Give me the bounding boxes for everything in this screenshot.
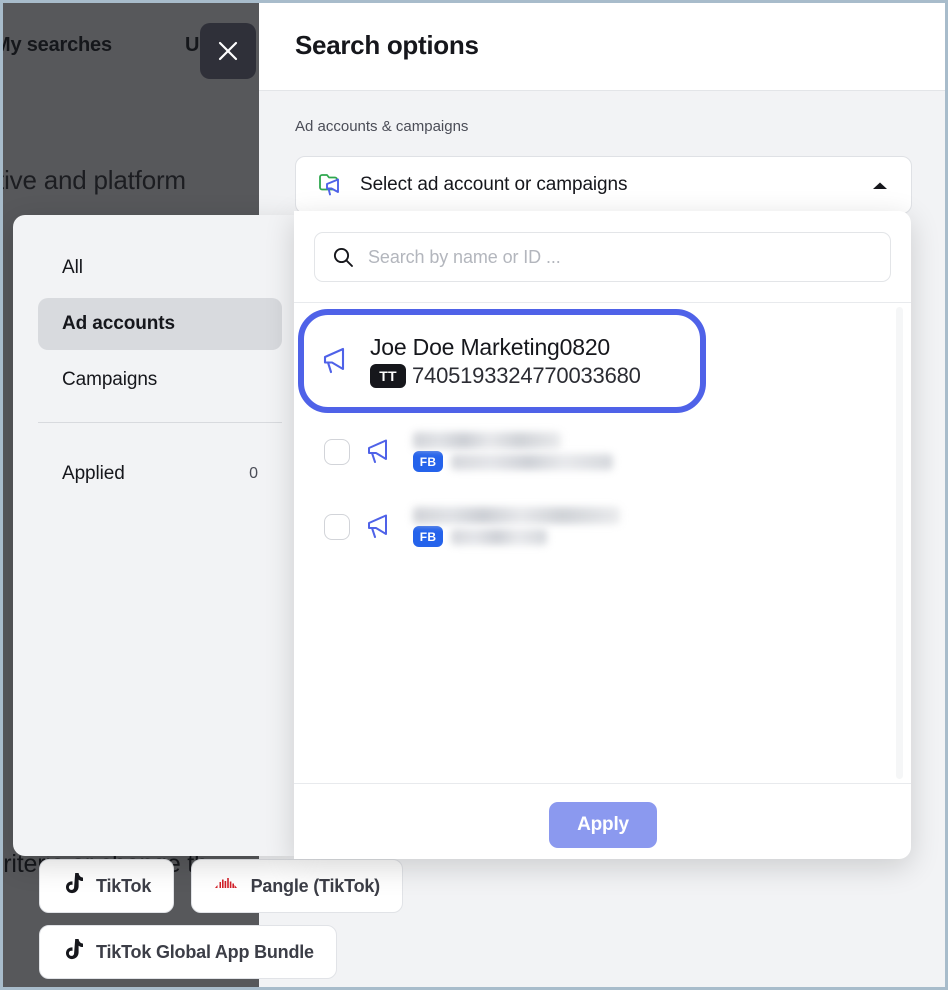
sidebar-item-campaigns[interactable]: Campaigns [38,354,282,406]
app-screenshot: My searches U ective and platform criter… [0,0,948,990]
account-name: Joe Doe Marketing0820 [370,333,641,361]
section-label-ad-accounts: Ad accounts & campaigns [295,118,468,135]
sidebar-applied-row[interactable]: Applied 0 [38,448,282,500]
dropdown-sidebar: All Ad accounts Campaigns Applied 0 [13,215,294,856]
tiktok-icon [62,938,83,966]
sidebar-item-all[interactable]: All [38,242,282,294]
row-checkbox[interactable] [324,439,350,465]
search-input[interactable] [366,246,850,269]
account-id: 7405193324770033680 [412,363,641,389]
megaphone-icon [365,436,397,469]
row-checkbox[interactable] [324,514,350,540]
chip-label: TikTok [96,876,151,897]
account-info: FB [413,507,620,547]
close-icon [216,39,240,63]
platform-chip-group: TikTok Pangle (TikTok) TikTok Global App… [39,859,415,990]
account-id-row: FB [413,451,613,472]
dropdown-footer: Apply [294,783,911,859]
search-icon [332,246,354,268]
select-field-value: Select ad account or campaigns [360,174,627,196]
account-list: Joe Doe Marketing0820 TT 740519332477003… [294,303,911,783]
chip-tiktok-global-app-bundle[interactable]: TikTok Global App Bundle [39,925,337,979]
list-item[interactable]: FB [294,490,894,564]
list-item-highlighted[interactable]: Joe Doe Marketing0820 TT 740519332477003… [298,309,706,413]
close-button[interactable] [200,23,256,79]
sidebar-item-label: Ad accounts [62,313,175,335]
sidebar-item-ad-accounts[interactable]: Ad accounts [38,298,282,350]
platform-badge-fb: FB [413,451,443,472]
megaphone-icon [320,344,352,379]
account-id-row: TT 7405193324770033680 [370,363,641,389]
account-info: Joe Doe Marketing0820 TT 740519332477003… [370,333,641,389]
account-info: FB [413,432,613,472]
pangle-icon [214,876,238,897]
chip-pangle-tiktok[interactable]: Pangle (TikTok) [191,859,403,913]
search-box[interactable] [314,232,891,282]
chip-label: TikTok Global App Bundle [96,942,314,963]
platform-badge-tt: TT [370,364,406,388]
folder-megaphone-icon [318,172,348,198]
chevron-up-icon[interactable] [871,179,889,197]
page-title: Search options [295,30,479,61]
chip-label: Pangle (TikTok) [251,876,380,897]
applied-count: 0 [249,465,258,483]
list-item[interactable]: FB [294,415,894,489]
tiktok-icon [62,872,83,900]
account-id-row: FB [413,526,620,547]
sidebar-item-label: Campaigns [62,369,157,391]
dropdown-search-area [294,211,911,303]
select-ad-account-field[interactable]: Select ad account or campaigns [295,156,912,214]
sidebar-divider [38,422,282,423]
applied-label: Applied [62,463,125,485]
account-name [413,432,613,449]
chip-tiktok[interactable]: TikTok [39,859,174,913]
platform-badge-fb: FB [413,526,443,547]
account-name [413,507,620,524]
dropdown-list-panel: Joe Doe Marketing0820 TT 740519332477003… [294,211,911,859]
list-scrollbar[interactable] [896,307,903,779]
apply-button[interactable]: Apply [549,802,657,848]
sidebar-item-label: All [62,257,83,279]
megaphone-icon [365,511,397,544]
